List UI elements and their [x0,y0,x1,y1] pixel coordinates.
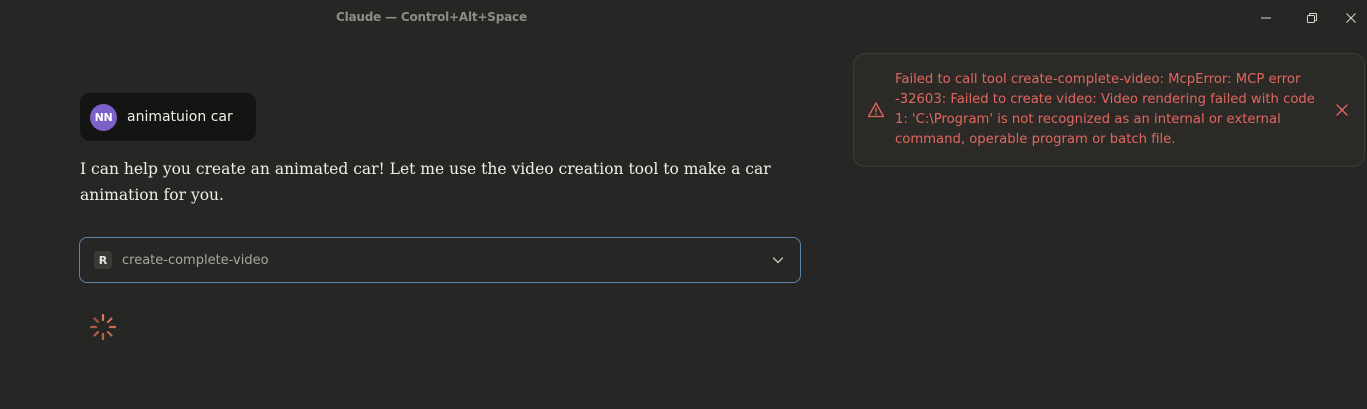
tool-icon: R [94,251,112,269]
maximize-button[interactable] [1289,0,1335,36]
title-bar: Claude — Control+Alt+Space [0,0,1367,36]
minimize-icon [1261,17,1271,19]
user-message: NN animatuion car [80,93,256,141]
close-icon [1346,13,1356,23]
tool-name: create-complete-video [122,252,269,268]
assistant-message-text: I can help you create an animated car! L… [80,160,771,204]
minimize-button[interactable] [1243,0,1289,36]
window-title: Claude — Control+Alt+Space [336,10,527,24]
error-message: Failed to call tool create-complete-vide… [895,72,1315,147]
chevron-down-icon[interactable] [770,252,786,268]
close-icon [1336,104,1348,116]
avatar: NN [90,103,117,131]
warning-icon [867,102,885,118]
error-toast: Failed to call tool create-complete-vide… [853,53,1365,167]
toast-close-button[interactable] [1333,101,1351,119]
tool-call-block[interactable]: R create-complete-video [79,237,801,283]
loading-spinner-icon [89,313,117,341]
window-close-button[interactable] [1335,0,1367,36]
user-message-text: animatuion car [127,109,233,125]
restore-icon [1307,13,1317,23]
